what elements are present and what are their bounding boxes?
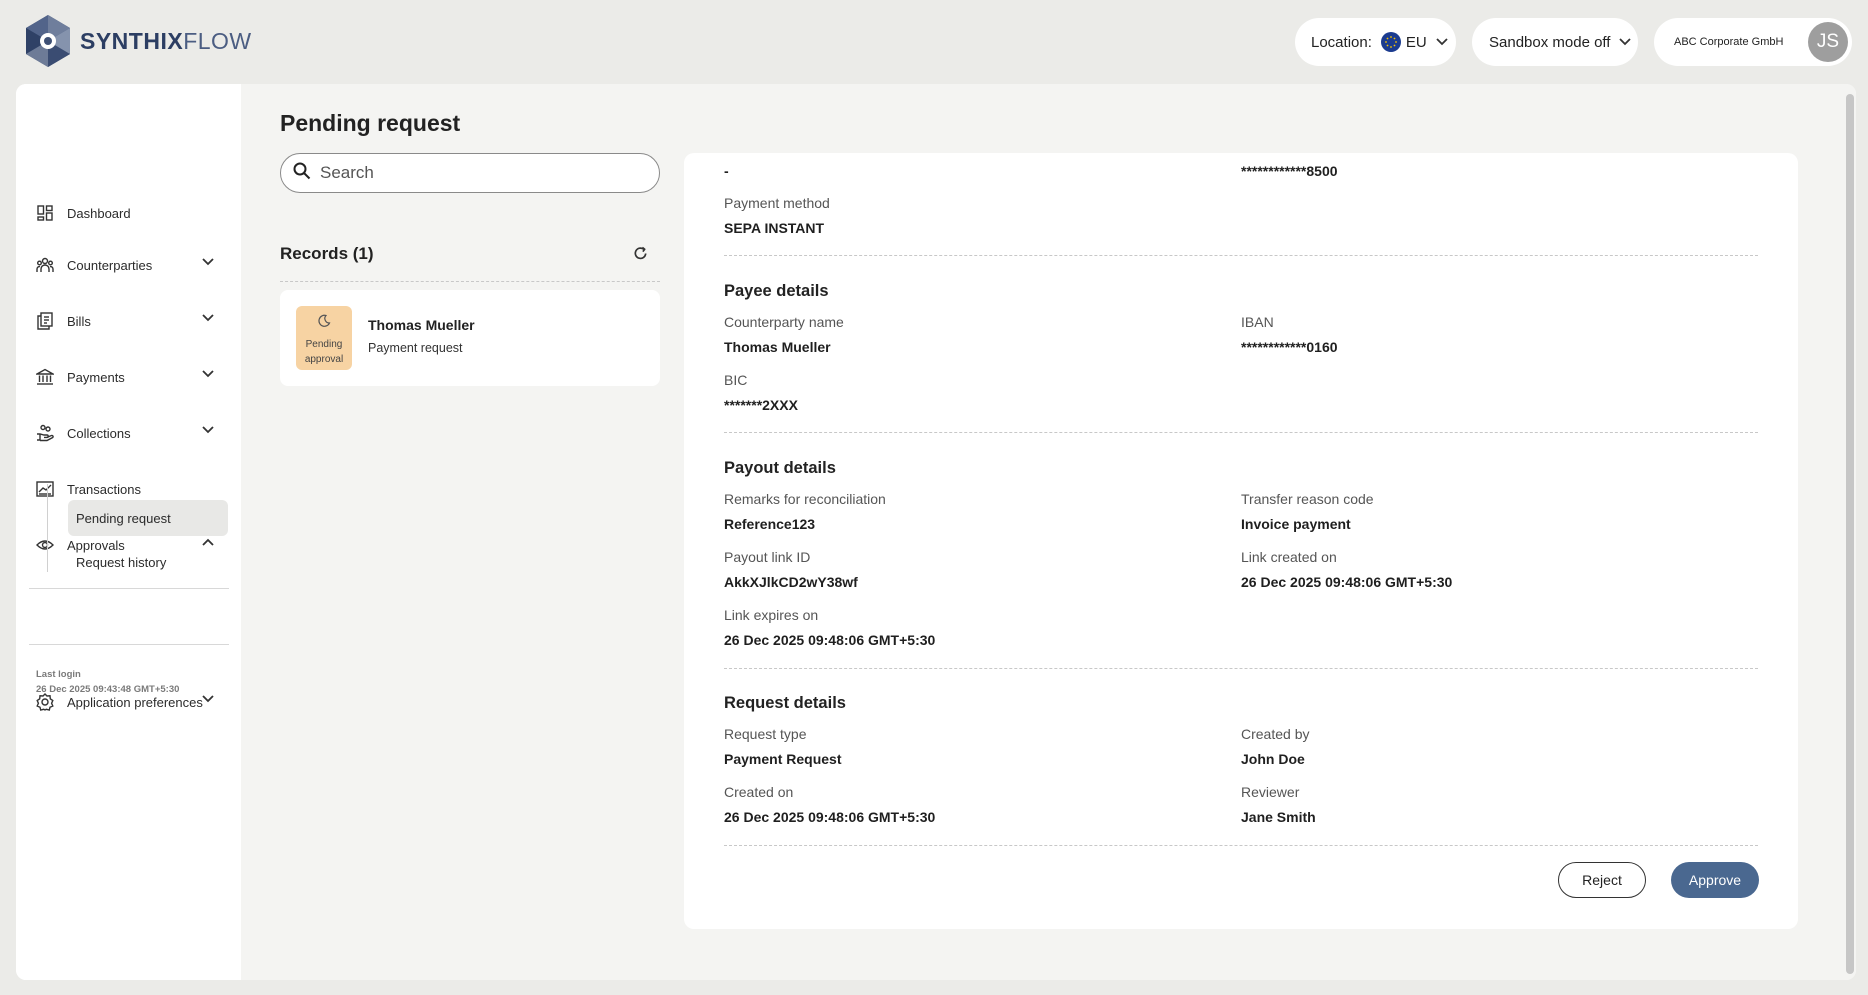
records-divider: [280, 281, 660, 282]
section-divider: [724, 845, 1758, 846]
counterparty-name-value: Thomas Mueller: [724, 339, 831, 355]
scrollbar[interactable]: [1846, 94, 1854, 974]
search-input[interactable]: [320, 163, 640, 183]
sidebar-item-dashboard[interactable]: Dashboard: [36, 198, 226, 228]
transfer-reason-value: Invoice payment: [1241, 516, 1351, 532]
status-line-2: approval: [304, 354, 344, 365]
moon-icon: [317, 314, 331, 333]
iban-label: IBAN: [1241, 314, 1274, 330]
section-divider: [724, 255, 1758, 256]
last-login-label: Last login: [36, 669, 81, 680]
avatar[interactable]: JS: [1808, 22, 1848, 62]
record-type: Payment request: [368, 341, 463, 355]
counterparty-name-label: Counterparty name: [724, 314, 844, 330]
sidebar-divider: [29, 588, 229, 589]
sidebar-divider: [29, 644, 229, 645]
details-panel: - ************8500 Payment method SEPA I…: [684, 153, 1798, 929]
last-login-value: 26 Dec 2025 09:43:48 GMT+5:30: [36, 684, 180, 695]
sidebar-item-collections[interactable]: Collections: [36, 418, 226, 448]
sidebar-item-counterparties[interactable]: Counterparties: [36, 250, 226, 280]
chart-icon: [36, 480, 54, 498]
hand-coins-icon: [36, 424, 54, 442]
account-menu[interactable]: ABC Corporate GmbH JS: [1654, 18, 1852, 66]
company-name: ABC Corporate GmbH: [1674, 36, 1784, 48]
link-created-label: Link created on: [1241, 549, 1337, 565]
section-divider: [724, 668, 1758, 669]
people-icon: [36, 256, 54, 274]
document-icon: [36, 312, 54, 330]
payout-link-id-label: Payout link ID: [724, 549, 811, 565]
location-selector[interactable]: Location: EU: [1295, 18, 1456, 66]
chevron-down-icon: [202, 426, 214, 434]
sidebar-item-label: Bills: [67, 313, 91, 329]
top-left-value: -: [724, 163, 729, 179]
created-by-value: John Doe: [1241, 751, 1305, 767]
search-box[interactable]: [280, 153, 660, 193]
account-number-value: ************8500: [1241, 163, 1338, 179]
approve-button[interactable]: Approve: [1671, 862, 1759, 898]
sidebar-item-label: Dashboard: [67, 205, 131, 221]
iban-value: ************0160: [1241, 339, 1338, 355]
chevron-down-icon: [202, 258, 214, 266]
reject-button[interactable]: Reject: [1558, 862, 1646, 898]
created-on-value: 26 Dec 2025 09:48:06 GMT+5:30: [724, 809, 936, 825]
subnav-line: [47, 484, 48, 572]
refresh-icon[interactable]: [631, 244, 649, 262]
section-divider: [724, 432, 1758, 433]
reviewer-label: Reviewer: [1241, 784, 1300, 800]
chevron-down-icon: [1436, 38, 1448, 46]
transfer-reason-label: Transfer reason code: [1241, 491, 1374, 507]
sandbox-mode-selector[interactable]: Sandbox mode off: [1472, 18, 1638, 66]
record-name: Thomas Mueller: [368, 317, 475, 333]
sidebar-item-payments[interactable]: Payments: [36, 362, 226, 392]
remarks-label: Remarks for reconciliation: [724, 491, 886, 507]
eye-icon: [36, 536, 54, 554]
page-title: Pending request: [280, 110, 461, 136]
record-card[interactable]: Pending approval Thomas Mueller Payment …: [280, 290, 660, 386]
logo-mark-icon: [26, 15, 70, 67]
bank-icon: [36, 368, 54, 386]
sidebar-item-label: Collections: [67, 425, 131, 441]
created-by-label: Created by: [1241, 726, 1310, 742]
status-line-1: Pending: [305, 339, 343, 350]
payout-section-title: Payout details: [724, 459, 836, 477]
sidebar-subitem-pending-request[interactable]: Pending request: [68, 500, 228, 536]
last-login: Last login 26 Dec 2025 09:43:48 GMT+5:30: [36, 667, 179, 697]
brand-logo[interactable]: SYNTHIXFLOW: [22, 13, 252, 69]
payment-method-label: Payment method: [724, 195, 830, 211]
request-type-value: Payment Request: [724, 751, 842, 767]
link-expires-value: 26 Dec 2025 09:48:06 GMT+5:30: [724, 632, 936, 648]
chevron-down-icon: [1619, 38, 1632, 46]
remarks-value: Reference123: [724, 516, 816, 532]
eu-flag-icon: [1380, 32, 1401, 52]
link-expires-label: Link expires on: [724, 607, 819, 623]
location-label: Location:: [1311, 33, 1372, 51]
link-created-value: 26 Dec 2025 09:48:06 GMT+5:30: [1241, 574, 1453, 590]
payout-link-id-value: AkkXJlkCD2wY38wf: [724, 574, 858, 590]
sidebar-subitem-request-history[interactable]: Request history: [68, 544, 228, 580]
chevron-down-icon: [202, 314, 214, 322]
logo-wordmark: SYNTHIXFLOW: [80, 27, 252, 54]
reviewer-value: Jane Smith: [1241, 809, 1316, 825]
request-type-label: Request type: [724, 726, 807, 742]
grid-icon: [36, 204, 54, 222]
payee-section-title: Payee details: [724, 282, 829, 300]
sidebar-item-label: Payments: [67, 369, 125, 385]
created-on-label: Created on: [724, 784, 794, 800]
sidebar: Dashboard Counterparties Bills Payments …: [16, 84, 241, 980]
location-value: EU: [1405, 33, 1427, 51]
sidebar-item-label: Transactions: [67, 481, 141, 497]
sandbox-label: Sandbox mode off: [1489, 33, 1611, 51]
bic-label: BIC: [724, 372, 748, 388]
status-badge: Pending approval: [296, 306, 352, 370]
chevron-down-icon: [202, 695, 214, 703]
chevron-down-icon: [202, 370, 214, 378]
sidebar-item-bills[interactable]: Bills: [36, 306, 226, 336]
sidebar-item-label: Counterparties: [67, 257, 153, 273]
payment-method-value: SEPA INSTANT: [724, 220, 825, 236]
bic-value: *******2XXX: [724, 397, 798, 413]
records-title: Records (1): [280, 244, 374, 263]
request-section-title: Request details: [724, 694, 846, 712]
search-icon: [293, 162, 311, 185]
